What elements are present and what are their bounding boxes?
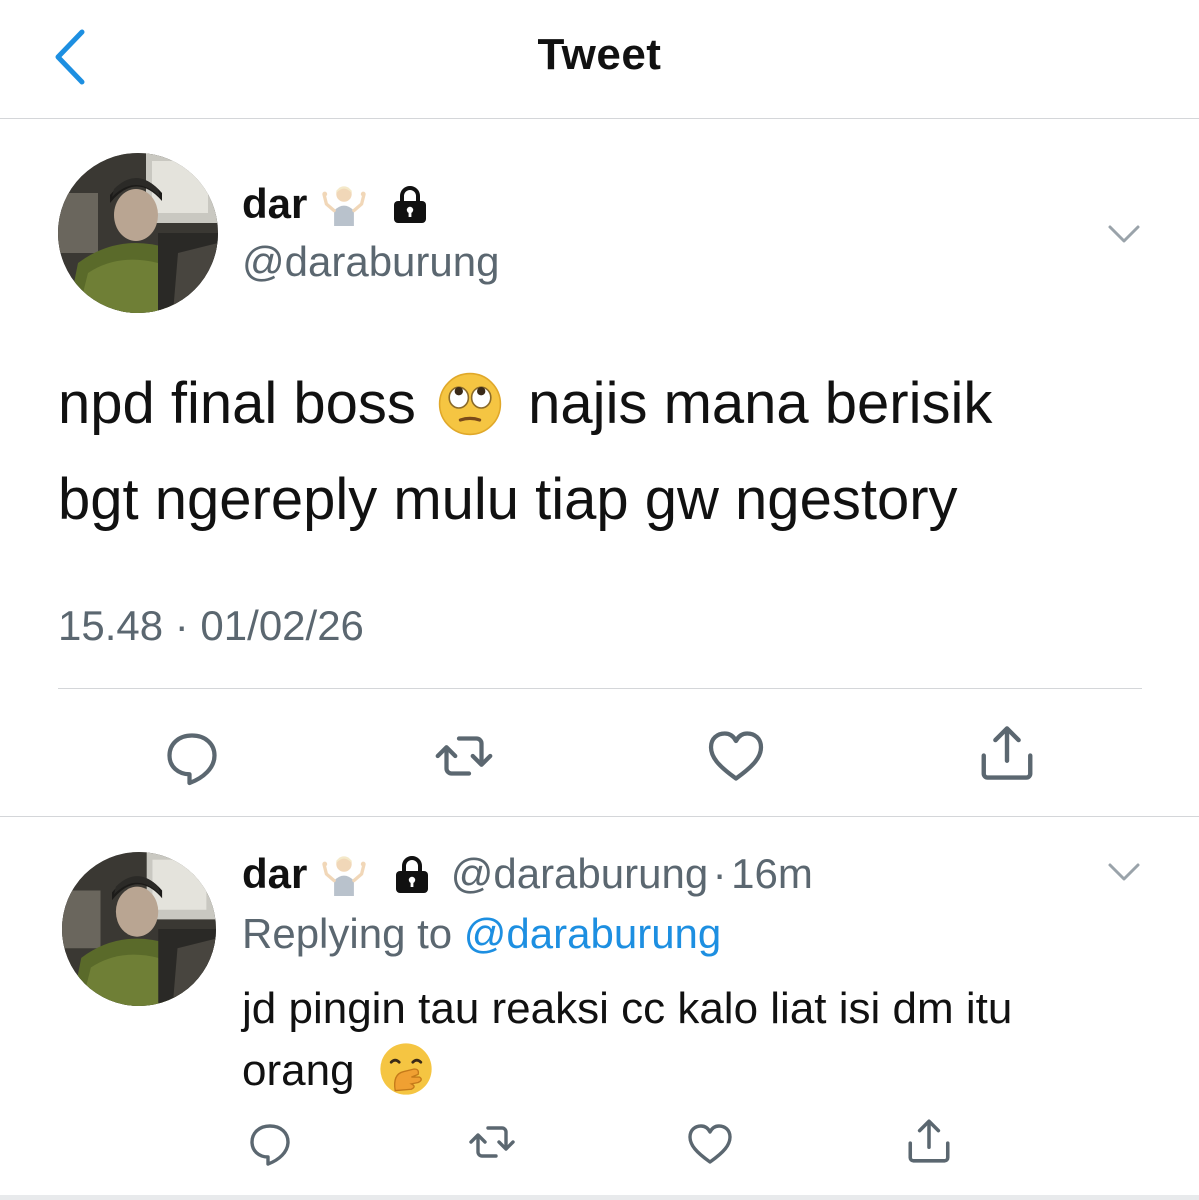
retweet-icon[interactable] xyxy=(466,1118,518,1166)
like-icon[interactable] xyxy=(686,1120,734,1168)
chevron-down-icon[interactable] xyxy=(1104,852,1144,892)
tweet-text: npd final boss najis mana berisik bgt ng… xyxy=(58,356,1148,548)
lock-icon xyxy=(390,184,430,224)
reply-author-row: dar @daraburung · 16m xyxy=(242,850,813,898)
replying-to-line: Replying to @daraburung xyxy=(242,910,721,958)
reply-separator: · xyxy=(712,850,727,897)
share-icon[interactable] xyxy=(976,722,1038,784)
reply-text-line-2: orang xyxy=(242,1040,1142,1102)
reply-display-name[interactable]: dar xyxy=(242,850,307,897)
display-name[interactable]: dar xyxy=(242,180,307,227)
lock-icon xyxy=(392,854,432,894)
reply-time: 16m xyxy=(731,850,813,897)
top-navigation-bar: Tweet xyxy=(0,0,1199,119)
reply-icon[interactable] xyxy=(162,728,222,788)
handle[interactable]: @daraburung xyxy=(242,238,499,286)
avatar[interactable] xyxy=(58,153,218,313)
bottom-edge xyxy=(0,1195,1199,1200)
reply-avatar[interactable] xyxy=(62,852,216,1006)
reply-handle[interactable]: @daraburung xyxy=(451,850,708,897)
main-tweet-author-row: dar xyxy=(242,180,430,234)
divider xyxy=(58,688,1142,689)
share-icon[interactable] xyxy=(904,1116,954,1166)
tweet-timestamp[interactable]: 15.48 · 01/02/26 xyxy=(58,602,364,650)
face-with-hand-over-mouth-emoji xyxy=(379,1042,433,1096)
reply-text-line-1: jd pingin tau reaksi cc kalo liat isi dm… xyxy=(242,984,1013,1033)
chevron-down-icon[interactable] xyxy=(1104,214,1144,254)
like-icon[interactable] xyxy=(706,726,766,786)
person-shrugging-emoji xyxy=(322,852,366,896)
tweet-text-line-2: bgt ngereply mulu tiap gw ngestory xyxy=(58,467,958,532)
retweet-icon[interactable] xyxy=(432,726,496,786)
person-shrugging-emoji xyxy=(322,182,366,226)
reply-icon[interactable] xyxy=(246,1120,294,1168)
replying-to-mention[interactable]: @daraburung xyxy=(464,910,721,957)
replying-to-label: Replying to xyxy=(242,910,453,957)
section-separator xyxy=(0,816,1199,817)
page-title: Tweet xyxy=(537,30,662,79)
tweet-text-line-1: npd final boss najis mana berisik xyxy=(58,371,993,436)
face-rolling-eyes-emoji xyxy=(438,372,502,436)
reply-text: jd pingin tau reaksi cc kalo liat isi dm… xyxy=(242,978,1142,1102)
